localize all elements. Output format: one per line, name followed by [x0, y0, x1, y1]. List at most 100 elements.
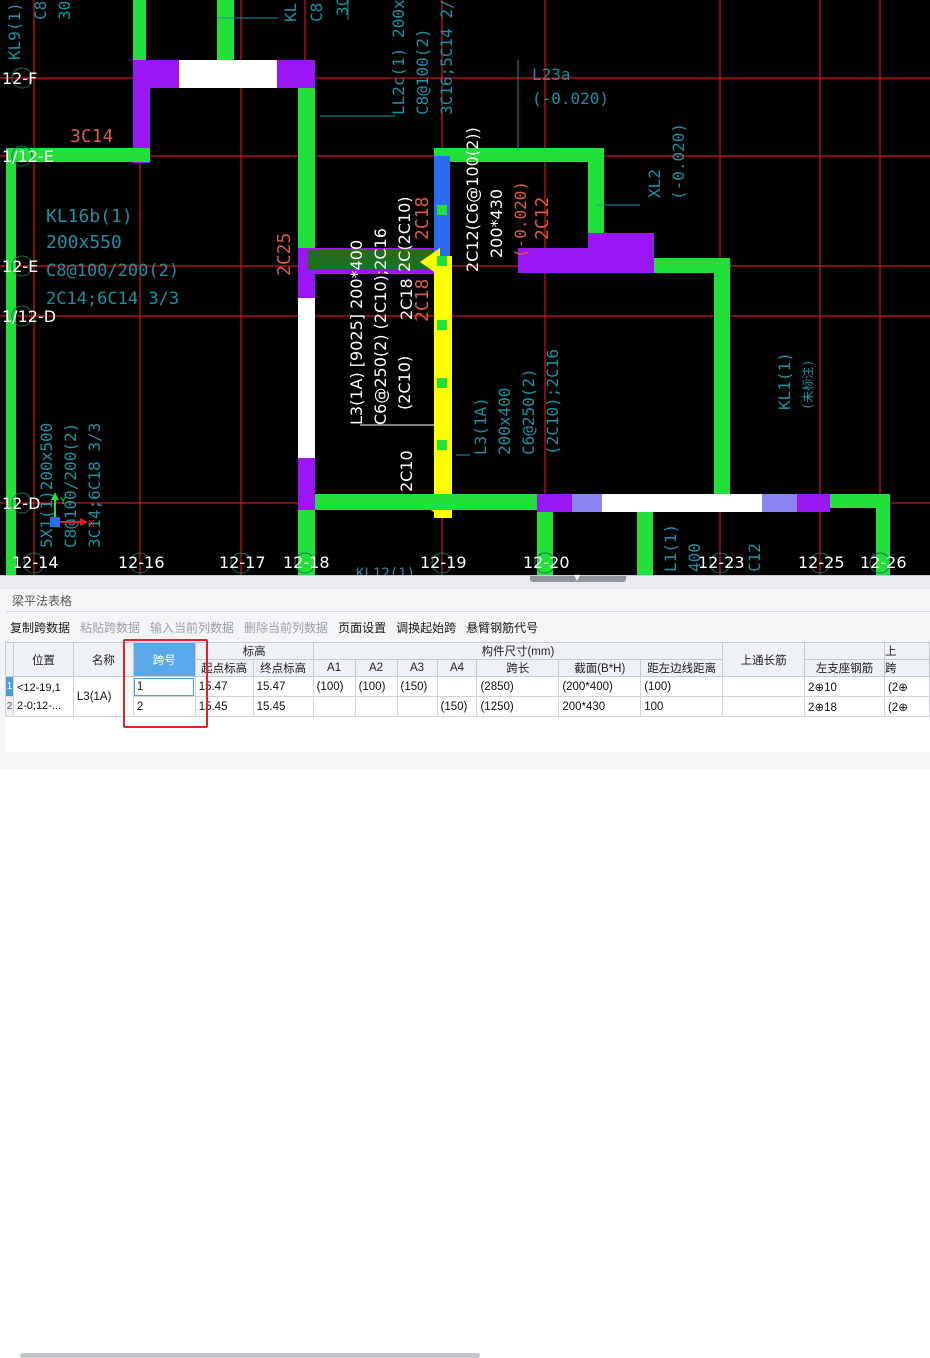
row-number[interactable]: 2 [5, 696, 14, 717]
paste-span-data-button[interactable]: 粘贴跨数据 [80, 619, 140, 637]
beam-label: (-0.020) [532, 89, 609, 108]
beam-label: C8@100(2) [413, 28, 432, 115]
axis-col-label: 12-23 [698, 553, 745, 572]
cell-left-edge-distance[interactable]: 100 [640, 696, 724, 717]
horizontal-scrollbar[interactable] [20, 1353, 480, 1358]
cell-position-line2: 2-0;12-... [16, 699, 62, 712]
delete-column-data-button[interactable]: 删除当前列数据 [244, 619, 328, 637]
input-column-data-button[interactable]: 输入当前列数据 [150, 619, 234, 637]
beam-label: 3C16;5C14 2/ [437, 0, 456, 115]
cell-a3[interactable]: (150) [396, 676, 438, 697]
beam-label: (2C10);2C16 [543, 349, 562, 455]
cell-a2[interactable] [354, 696, 398, 717]
svg-text:Y: Y [59, 496, 67, 507]
svg-text:X: X [88, 519, 95, 530]
cell-span-no[interactable]: 1 [132, 676, 196, 697]
col-header-a4[interactable]: A4 [436, 659, 478, 677]
axis-col-label: 12-25 [798, 553, 845, 572]
beam-label: (-0.020) [669, 123, 688, 200]
cell-span-length[interactable]: (1250) [476, 696, 560, 717]
beam-label: LL2c(1) 200x [389, 0, 408, 115]
cell-a1[interactable]: (100) [312, 676, 356, 697]
col-header-cut-2[interactable]: 跨 [883, 659, 930, 677]
col-header-end-elevation[interactable]: 终点标高 [252, 659, 314, 677]
rebar-label: 3C14 [70, 126, 113, 147]
axis-col-label: 12-26 [860, 553, 907, 572]
col-header-span-length[interactable]: 跨长 [476, 659, 560, 677]
cell-next[interactable]: (2⊕ [883, 676, 930, 697]
table-row[interactable]: 2 2 15.45 15.45 (150) (1250) 200*430 100… [5, 696, 930, 717]
swap-start-span-button[interactable]: 调换起始跨 [396, 619, 456, 637]
cell-left-support-rebar[interactable]: 2⊕10 [804, 676, 885, 697]
cell-left-edge-distance[interactable]: (100) [640, 676, 724, 697]
axis-col-label: 12-20 [523, 553, 570, 572]
col-header-elevation[interactable]: 标高 [194, 642, 314, 660]
cell-next[interactable]: (2⊕ [883, 696, 930, 717]
page-setup-button[interactable]: 页面设置 [338, 619, 386, 637]
selected-beam-label: 200*430 [487, 189, 506, 258]
cell-a4[interactable]: (150) [436, 696, 478, 717]
beam-label: C8@100/200(2) [61, 423, 80, 548]
copy-span-data-button[interactable]: 复制跨数据 [10, 619, 70, 637]
col-header-left-support-rebar[interactable]: 左支座钢筋 [804, 659, 885, 677]
col-header-cut[interactable]: 上 [883, 642, 930, 660]
cell-name[interactable]: L3(1A) [72, 676, 134, 717]
beam-table-panel: 梁平法表格 复制跨数据 粘贴跨数据 输入当前列数据 删除当前列数据 页面设置 调… [0, 589, 930, 1358]
col-header-start-elevation[interactable]: 起点标高 [194, 659, 254, 677]
cell-position-line1: <12-19,1 [16, 681, 61, 694]
cell-span-length[interactable]: (2850) [476, 676, 560, 697]
col-header-dimensions[interactable]: 构件尺寸(mm) [312, 642, 724, 660]
cell-start-elevation[interactable]: 15.45 [194, 696, 254, 717]
col-header-a1[interactable]: A1 [312, 659, 356, 677]
selected-beam-label: 2C(2C10) [395, 196, 414, 272]
beam-label: 400 [685, 543, 704, 572]
axis-col-label: 12-16 [118, 553, 165, 572]
beam-label: KL12(1) [356, 566, 415, 575]
cantilever-rebar-code-button[interactable]: 悬臂钢筋代号 [466, 619, 538, 637]
col-header-left-edge-distance[interactable]: 距左边线距离 [640, 659, 724, 677]
cell-section[interactable]: (200*400) [558, 676, 642, 697]
cad-drawing-canvas[interactable]: 12-F 1/12-E 12-E 1/12-D 12-D 12-14 12-16… [0, 0, 930, 575]
beam-label: KL9(1) [5, 2, 24, 60]
panel-splitter[interactable]: ▼ [0, 573, 930, 589]
chevron-down-icon: ▼ [574, 573, 581, 582]
cad-drawing-svg[interactable]: 12-F 1/12-E 12-E 1/12-D 12-D 12-14 12-16… [0, 0, 930, 575]
col-header-a3[interactable]: A3 [396, 659, 438, 677]
col-header-name[interactable]: 名称 [72, 642, 134, 677]
cell-end-elevation[interactable]: 15.45 [252, 696, 314, 717]
cell-section[interactable]: 200*430 [558, 696, 642, 717]
selected-beam-label: 2C10 [397, 450, 416, 492]
cell-top-long-rebar[interactable] [722, 696, 806, 717]
cell-end-elevation[interactable]: 15.47 [252, 676, 314, 697]
col-header-section[interactable]: 截面(B*H) [558, 659, 642, 677]
axis-row-label: 1/12-D [2, 307, 56, 326]
cell-start-elevation[interactable]: 15.47 [194, 676, 254, 697]
panel-title: 梁平法表格 [12, 594, 73, 608]
selected-beam-label: (2C10) [395, 356, 414, 410]
col-header-position[interactable]: 位置 [12, 642, 74, 677]
cell-span-no[interactable]: 2 [132, 696, 196, 717]
cell-a3[interactable] [396, 696, 438, 717]
splitter-handle[interactable]: ▼ [530, 573, 626, 582]
table-row[interactable]: 1 <12-19,1 2-0;12-... L3(1A) 1 15.47 15.… [5, 676, 930, 717]
beam-label: (未标注) [800, 360, 815, 410]
rebar-label: 2C12 [532, 197, 553, 240]
beam-label: C12 [745, 543, 764, 572]
cell-left-support-rebar[interactable]: 2⊕18 [804, 696, 885, 717]
col-header-left-support-group [804, 642, 885, 660]
table-toolbar: 复制跨数据 粘贴跨数据 输入当前列数据 删除当前列数据 页面设置 调换起始跨 悬… [10, 619, 538, 637]
row-number[interactable]: 1 [5, 676, 14, 697]
cell-position[interactable]: <12-19,1 2-0;12-... [12, 676, 74, 717]
col-header-a2[interactable]: A2 [354, 659, 398, 677]
beam-label: 2C14;6C14 3/3 [46, 289, 179, 309]
cell-a1[interactable] [312, 696, 356, 717]
cell-a2[interactable]: (100) [354, 676, 398, 697]
cell-a4[interactable] [436, 676, 478, 697]
col-header-span-no[interactable]: 跨号 [132, 642, 196, 677]
beam-label: C8 [31, 1, 50, 20]
col-header-top-long-rebar[interactable]: 上通长筋 [722, 642, 806, 677]
cell-top-long-rebar[interactable] [722, 676, 806, 697]
beam-label: 200x400 [495, 388, 514, 455]
beam-label: C8 [307, 3, 326, 22]
axis-row-label: 1/12-E [2, 147, 54, 166]
